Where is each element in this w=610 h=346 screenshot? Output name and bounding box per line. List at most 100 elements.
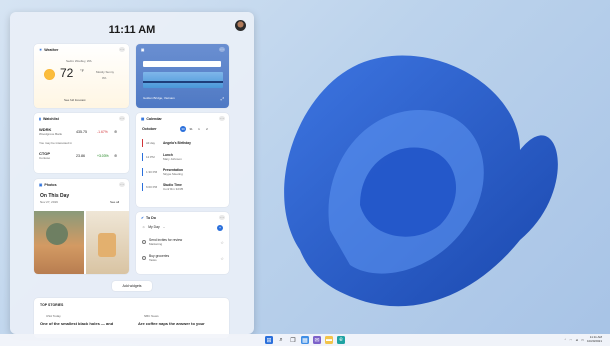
calendar-days: 30 31 1 2 bbox=[180, 126, 210, 132]
taskbar-icons: ⊞ ⌕ ❐ ▦ ✉ ▬ e bbox=[265, 336, 345, 344]
taskbar-date[interactable]: 10/20/2021 bbox=[587, 339, 602, 344]
stock-row[interactable]: WDRK Woodgrove Bank 435.75 -1.67% ⊕ bbox=[39, 127, 124, 136]
event-time: 6:00 PM bbox=[146, 185, 158, 189]
sun-icon bbox=[44, 69, 55, 80]
weather-widget[interactable]: ☀ Weather … Sedro Woolley, WA 72 °F Most… bbox=[34, 44, 129, 108]
search-input[interactable] bbox=[143, 61, 221, 67]
event-time: 12 PM bbox=[146, 155, 155, 159]
todo-item[interactable]: Buy groceries Tasks ☆ bbox=[142, 254, 224, 262]
event-bar bbox=[142, 139, 143, 147]
search-icon[interactable]: ⌕ bbox=[277, 336, 285, 344]
event-sub: Skype Meeting bbox=[163, 172, 183, 176]
todo-header: ✔ To Do bbox=[141, 216, 156, 220]
more-icon[interactable]: … bbox=[219, 116, 225, 121]
day-31[interactable]: 31 bbox=[188, 126, 194, 132]
stock-value: 435.75 bbox=[76, 129, 87, 134]
story-headline[interactable]: Are coffee naps the answer to your bbox=[138, 321, 205, 326]
event-title: Angela's Birthday bbox=[163, 141, 191, 145]
bridge-photo bbox=[143, 72, 223, 88]
photos-icon: ▣ bbox=[39, 183, 43, 187]
taskbar: ⊞ ⌕ ❐ ▦ ✉ ▬ e ⌃ ◠ ◄ ▭ 11:11 AM 10/20/202… bbox=[0, 334, 610, 346]
more-icon[interactable]: … bbox=[119, 116, 125, 121]
file-explorer-icon[interactable]: ▬ bbox=[325, 336, 333, 344]
calendar-event[interactable]: 6:00 PM Studio Time Conf Rm 32/35 bbox=[142, 183, 183, 191]
more-icon[interactable]: … bbox=[219, 215, 225, 220]
calendar-event[interactable]: 12 PM Lunch Mary Johnson bbox=[142, 153, 182, 161]
stock-row[interactable]: CTOP Contoso 23.86 +3.03% ⊕ bbox=[39, 151, 124, 160]
calendar-icon: ▦ bbox=[141, 117, 145, 121]
panel-time: 11:11 AM bbox=[108, 24, 156, 36]
todo-list-name: My Day bbox=[148, 225, 160, 229]
widgets-icon[interactable]: ▦ bbox=[301, 336, 309, 344]
task-sub: Tasks bbox=[149, 258, 157, 262]
todo-icon: ✔ bbox=[141, 216, 145, 220]
add-widgets-button[interactable]: Add widgets bbox=[112, 281, 152, 291]
photos-date: Nov 27, 2019 bbox=[40, 200, 58, 204]
add-task-button[interactable]: + bbox=[217, 225, 223, 231]
day-2[interactable]: 2 bbox=[204, 126, 210, 132]
calendar-widget[interactable]: ▦ Calendar … October 30 31 1 2 All day A… bbox=[136, 113, 229, 207]
photo-header: ▣ bbox=[141, 48, 144, 52]
day-1[interactable]: 1 bbox=[196, 126, 202, 132]
watchlist-header: ▮ Watchlist bbox=[39, 117, 59, 121]
star-icon[interactable]: ☆ bbox=[220, 240, 224, 245]
memory-photo-1[interactable] bbox=[34, 211, 84, 274]
top-stories-widget[interactable]: TOP STORIES USA Today One of the smalles… bbox=[34, 298, 229, 338]
stock-value: 23.86 bbox=[76, 153, 85, 158]
forecast-link[interactable]: See full forecast bbox=[64, 98, 86, 102]
weather-desc: Mostly Sunny bbox=[96, 70, 115, 74]
event-sub: Conf Rm 32/35 bbox=[163, 187, 184, 191]
weather-header: ☀ Weather bbox=[39, 48, 58, 52]
edge-icon[interactable]: e bbox=[337, 336, 345, 344]
todo-widget[interactable]: ✔ To Do … ☼ My Day ⌄ + Send invites for … bbox=[136, 212, 229, 274]
calendar-header: ▦ Calendar bbox=[141, 117, 162, 121]
event-time: 1:30 PM bbox=[146, 170, 158, 174]
event-bar bbox=[142, 153, 143, 161]
wifi-icon[interactable]: ◠ bbox=[570, 338, 573, 342]
photos-title: Photos bbox=[44, 183, 57, 187]
story-source: USA Today bbox=[46, 314, 61, 318]
task-checkbox[interactable] bbox=[142, 240, 146, 244]
photos-heading: On This Day bbox=[40, 193, 70, 199]
see-all-link[interactable]: See all bbox=[110, 200, 119, 204]
photos-widget[interactable]: ▣ Photos … On This Day Nov 27, 2019 See … bbox=[34, 179, 129, 274]
task-checkbox[interactable] bbox=[142, 256, 146, 260]
weather-precip: 0% bbox=[102, 76, 107, 80]
more-icon[interactable]: … bbox=[119, 47, 125, 52]
chevron-up-icon[interactable]: ⌃ bbox=[564, 338, 567, 342]
todo-item[interactable]: Send invites for review Marketing ☆ bbox=[142, 238, 224, 246]
day-30[interactable]: 30 bbox=[180, 126, 186, 132]
calendar-event[interactable]: 1:30 PM Presentation Skype Meeting bbox=[142, 168, 183, 176]
avatar[interactable] bbox=[235, 20, 246, 31]
more-icon[interactable]: … bbox=[119, 182, 125, 187]
watchlist-widget[interactable]: ▮ Watchlist … WDRK Woodgrove Bank 435.75… bbox=[34, 113, 129, 173]
todo-list-selector[interactable]: ☼ My Day ⌄ bbox=[142, 225, 165, 229]
image-icon: ▣ bbox=[141, 48, 145, 52]
todo-title: To Do bbox=[146, 216, 156, 220]
add-icon[interactable]: ⊕ bbox=[114, 153, 117, 158]
weather-title: Weather bbox=[44, 48, 59, 52]
expand-icon[interactable]: ⤢ bbox=[221, 96, 224, 101]
star-icon[interactable]: ☆ bbox=[220, 256, 224, 261]
calendar-event[interactable]: All day Angela's Birthday bbox=[142, 139, 191, 147]
story-headline[interactable]: One of the smallest black holes — and bbox=[40, 321, 113, 326]
add-icon[interactable]: ⊕ bbox=[114, 129, 117, 134]
stock-change: +3.03% bbox=[97, 153, 109, 158]
memory-photo-2[interactable] bbox=[86, 211, 129, 274]
photo-plant bbox=[46, 223, 68, 245]
start-icon[interactable]: ⊞ bbox=[265, 336, 273, 344]
more-icon[interactable]: … bbox=[219, 47, 225, 52]
task-sub: Marketing bbox=[149, 242, 163, 246]
weather-temp: 72 bbox=[60, 66, 74, 80]
volume-icon[interactable]: ◄ bbox=[575, 338, 578, 342]
system-tray: ⌃ ◠ ◄ ▭ 11:11 AM 10/20/2021 bbox=[564, 335, 602, 344]
task-view-icon[interactable]: ❐ bbox=[289, 336, 297, 344]
watchlist-note: You may be interested in bbox=[39, 141, 72, 145]
battery-icon[interactable]: ▭ bbox=[581, 338, 584, 342]
search-photo-widget[interactable]: ▣ … Golden Bridge, Vietnam ⤢ bbox=[136, 44, 229, 108]
stories-title: TOP STORIES bbox=[40, 303, 64, 307]
chevron-down-icon: ⌄ bbox=[162, 225, 166, 229]
chat-icon[interactable]: ✉ bbox=[313, 336, 321, 344]
weather-unit: °F bbox=[80, 68, 85, 73]
stock-sub: Woodgrove Bank bbox=[39, 132, 62, 136]
